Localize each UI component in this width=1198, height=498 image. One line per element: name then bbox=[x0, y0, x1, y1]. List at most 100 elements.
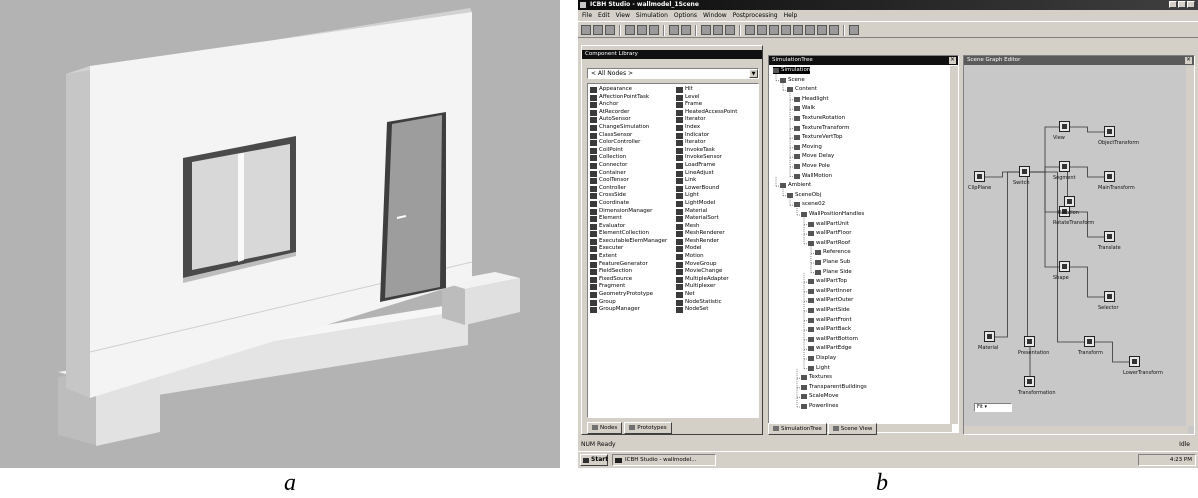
minimize-button[interactable] bbox=[1169, 1, 1177, 8]
component-item[interactable]: Motion bbox=[676, 253, 760, 261]
component-item[interactable]: LineAdjust bbox=[676, 170, 760, 178]
component-item[interactable]: CoolTensor bbox=[590, 177, 674, 185]
component-item[interactable]: Level bbox=[676, 94, 760, 102]
component-item[interactable]: InvokeTask bbox=[676, 147, 760, 155]
paste-icon[interactable] bbox=[649, 25, 659, 35]
component-item[interactable]: Index bbox=[676, 124, 760, 132]
component-item[interactable]: CoilPoint bbox=[590, 147, 674, 155]
tree-node[interactable]: wallPartTop bbox=[808, 278, 847, 285]
properties-icon[interactable] bbox=[829, 25, 839, 35]
taskbar-item-studio[interactable]: ICBH Studio - wallmodel... bbox=[612, 454, 716, 466]
scene-graph-node[interactable] bbox=[974, 171, 985, 182]
component-item[interactable]: Element bbox=[590, 215, 674, 223]
tree-node[interactable]: Reference bbox=[815, 249, 851, 256]
tree-node[interactable]: wallPartOuter bbox=[808, 297, 853, 304]
zoom-out-icon[interactable] bbox=[757, 25, 767, 35]
scene-graph-node[interactable] bbox=[1104, 171, 1115, 182]
scene-graph-node[interactable] bbox=[1104, 231, 1115, 242]
component-item[interactable]: MultipleAdapter bbox=[676, 276, 760, 284]
tree-node[interactable]: wallPartInner bbox=[808, 288, 852, 295]
component-item[interactable]: Link bbox=[676, 177, 760, 185]
close-button[interactable] bbox=[1187, 1, 1195, 8]
component-item[interactable]: NodeSet bbox=[676, 306, 760, 314]
tree-node[interactable]: WallMotion bbox=[794, 173, 832, 180]
window-titlebar[interactable]: ICBH Studio - wallmodel_1Scene bbox=[578, 0, 1198, 10]
tree-node[interactable]: Plane Sub bbox=[815, 259, 850, 266]
tree-node[interactable]: SceneObj bbox=[787, 192, 821, 199]
tree-node[interactable]: Powerlines bbox=[801, 403, 838, 410]
menu-postprocessing[interactable]: Postprocessing bbox=[733, 11, 778, 20]
close-icon[interactable]: × bbox=[1185, 57, 1192, 64]
component-item[interactable]: LowerBound bbox=[676, 185, 760, 193]
tree-node[interactable]: ScaleMove bbox=[801, 393, 839, 400]
component-item[interactable]: Collection bbox=[590, 154, 674, 162]
component-item[interactable]: ElementCollection bbox=[590, 230, 674, 238]
tree-node[interactable]: Moving bbox=[794, 144, 822, 151]
component-item[interactable]: ClassSensor bbox=[590, 132, 674, 140]
scene-graph-node[interactable] bbox=[1129, 356, 1140, 367]
window-tile-icon[interactable] bbox=[805, 25, 815, 35]
tree-node[interactable]: wallPartEdge bbox=[808, 345, 852, 352]
scene-graph-node[interactable] bbox=[1059, 261, 1070, 272]
tree-node[interactable]: Move Pole bbox=[794, 163, 830, 170]
tree-node[interactable]: TextureRotation bbox=[794, 115, 845, 122]
library-filter-select[interactable]: < All Nodes > ▼ bbox=[587, 68, 759, 79]
component-item[interactable]: Executer bbox=[590, 245, 674, 253]
tree-node[interactable]: Ambient bbox=[780, 182, 811, 189]
tree-node[interactable]: WallPositionHandles bbox=[801, 211, 864, 218]
component-item[interactable]: Anchor bbox=[590, 101, 674, 109]
component-item[interactable]: Multiplexer bbox=[676, 283, 760, 291]
component-item[interactable]: FixedSource bbox=[590, 276, 674, 284]
play-icon[interactable] bbox=[701, 25, 711, 35]
maximize-button[interactable] bbox=[1178, 1, 1186, 8]
scene-graph-node[interactable] bbox=[1059, 121, 1070, 132]
component-item[interactable]: FeatureGenerator bbox=[590, 261, 674, 269]
step-icon[interactable] bbox=[713, 25, 723, 35]
component-item[interactable]: Extent bbox=[590, 253, 674, 261]
tree-node[interactable]: Content bbox=[787, 86, 817, 93]
component-item[interactable]: AtRecorder bbox=[590, 109, 674, 117]
tree-node[interactable]: scene02 bbox=[794, 201, 825, 208]
tree-node[interactable]: Textures bbox=[801, 374, 832, 381]
component-item[interactable]: ExecutableElemManager bbox=[590, 238, 674, 246]
component-list[interactable]: Appearance AffectionPointTask Anchor AtReco… bbox=[587, 83, 759, 418]
tree-node[interactable]: wallPartFront bbox=[808, 317, 852, 324]
tree-node[interactable]: Walk bbox=[794, 105, 815, 112]
component-item[interactable]: Coordinate bbox=[590, 200, 674, 208]
tree-node[interactable]: wallPartFloor bbox=[808, 230, 851, 237]
component-item[interactable]: Frame bbox=[676, 101, 760, 109]
component-item[interactable]: MeshRenderer bbox=[676, 230, 760, 238]
scene-graph-node[interactable] bbox=[1104, 126, 1115, 137]
component-item[interactable]: MaterialSort bbox=[676, 215, 760, 223]
scene-graph-node[interactable] bbox=[1024, 336, 1035, 347]
scene-graph-node[interactable] bbox=[984, 331, 995, 342]
component-item[interactable]: MoveGroup bbox=[676, 261, 760, 269]
tree-node[interactable]: Light bbox=[808, 365, 830, 372]
diagram-horizontal-scrollbar[interactable] bbox=[964, 426, 1188, 434]
tree-node[interactable]: wallPartUnit bbox=[808, 221, 849, 228]
component-item[interactable]: CrossSide bbox=[590, 192, 674, 200]
redo-icon[interactable] bbox=[681, 25, 691, 35]
save-icon[interactable] bbox=[605, 25, 615, 35]
zoom-select[interactable]: Fit ▾ bbox=[974, 403, 1012, 412]
menu-edit[interactable]: Edit bbox=[598, 11, 610, 20]
scene-graph-node[interactable] bbox=[1104, 291, 1115, 302]
component-item[interactable]: Group bbox=[590, 299, 674, 307]
cut-icon[interactable] bbox=[625, 25, 635, 35]
fit-view-icon[interactable] bbox=[769, 25, 779, 35]
component-item[interactable]: ChangeSimulation bbox=[590, 124, 674, 132]
menu-options[interactable]: Options bbox=[674, 11, 697, 20]
scene-graph-node[interactable] bbox=[1024, 376, 1035, 387]
component-item[interactable]: ColorController bbox=[590, 139, 674, 147]
window-cascade-icon[interactable] bbox=[817, 25, 827, 35]
copy-icon[interactable] bbox=[637, 25, 647, 35]
tree-node[interactable]: wallPartSide bbox=[808, 307, 850, 314]
tree-node[interactable]: TextureTransform bbox=[794, 125, 850, 132]
grid-icon[interactable] bbox=[781, 25, 791, 35]
tree-node[interactable]: Display bbox=[808, 355, 836, 362]
close-icon[interactable]: × bbox=[949, 57, 956, 64]
component-item[interactable]: Container bbox=[590, 170, 674, 178]
component-item[interactable]: Light bbox=[676, 192, 760, 200]
component-item[interactable]: FieldSection bbox=[590, 268, 674, 276]
component-item[interactable]: NodeStatistic bbox=[676, 299, 760, 307]
